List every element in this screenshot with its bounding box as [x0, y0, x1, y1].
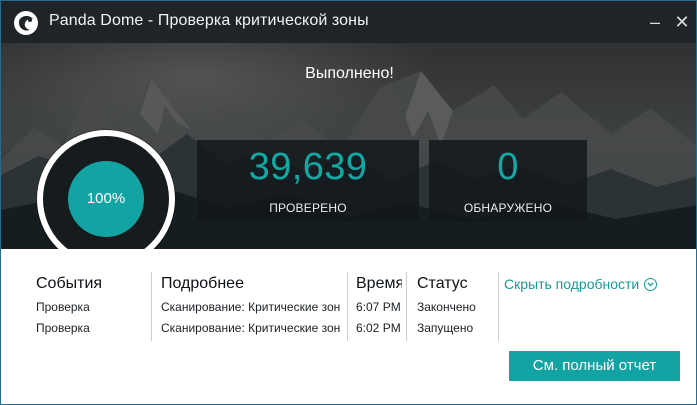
progress-percent: 100% — [68, 161, 144, 237]
status-column: Статус Закончено Запущено — [417, 271, 497, 338]
checked-stat-card: 39,639 ПРОВЕРЕНО — [197, 140, 419, 221]
time-column: Время 6:07 PM 6:02 PM — [356, 271, 402, 338]
details-column: Подробнее Сканирование: Критические зоны… — [161, 271, 341, 338]
detected-stat-card: 0 ОБНАРУЖЕНО — [429, 140, 587, 221]
detected-label: ОБНАРУЖЕНО — [463, 201, 553, 215]
scan-details-panel: События Проверка Проверка Подробнее Скан… — [1, 249, 696, 404]
column-divider — [498, 272, 499, 341]
details-cell: Сканирование: Критические зоны — [161, 321, 341, 335]
minimize-button[interactable]: – — [640, 1, 670, 43]
panda-logo-icon — [14, 11, 38, 35]
chevron-down-icon — [644, 278, 658, 291]
details-cell: Сканирование: Критические зоны — [161, 300, 341, 314]
time-header: Время — [356, 275, 402, 292]
scan-complete-title: Выполнено! — [305, 65, 394, 82]
status-header: Статус — [417, 275, 468, 292]
time-cell: 6:02 PM — [356, 321, 401, 335]
title-bar[interactable]: Panda Dome - Проверка критической зоны –… — [1, 1, 696, 43]
time-cell: 6:07 PM — [356, 300, 401, 314]
events-column: События Проверка Проверка — [36, 271, 146, 338]
event-cell: Проверка — [36, 300, 90, 314]
checked-label: ПРОВЕРЕНО — [269, 201, 347, 215]
window-title: Panda Dome - Проверка критической зоны — [49, 12, 369, 29]
checked-count: 39,639 — [248, 146, 368, 188]
column-divider — [347, 272, 348, 341]
events-header: События — [36, 275, 103, 292]
progress-circle: 100% — [37, 130, 175, 268]
hide-details-link[interactable]: Скрыть подробности — [504, 276, 658, 292]
scan-summary-panel: Выполнено! 100% 39,639 ПРОВЕРЕНО 0 ОБНАР… — [1, 43, 696, 268]
event-cell: Проверка — [36, 321, 90, 335]
column-divider — [406, 272, 407, 341]
close-button[interactable]: ✕ — [667, 1, 696, 43]
full-report-button[interactable]: См. полный отчет — [509, 351, 680, 381]
hide-details-label: Скрыть подробности — [504, 276, 640, 292]
status-cell: Закончено — [417, 300, 476, 314]
details-header: Подробнее — [161, 275, 244, 292]
column-divider — [151, 272, 152, 341]
detected-count: 0 — [497, 146, 519, 188]
status-cell: Запущено — [417, 321, 474, 335]
panda-dome-window: Panda Dome - Проверка критической зоны –… — [0, 0, 697, 405]
